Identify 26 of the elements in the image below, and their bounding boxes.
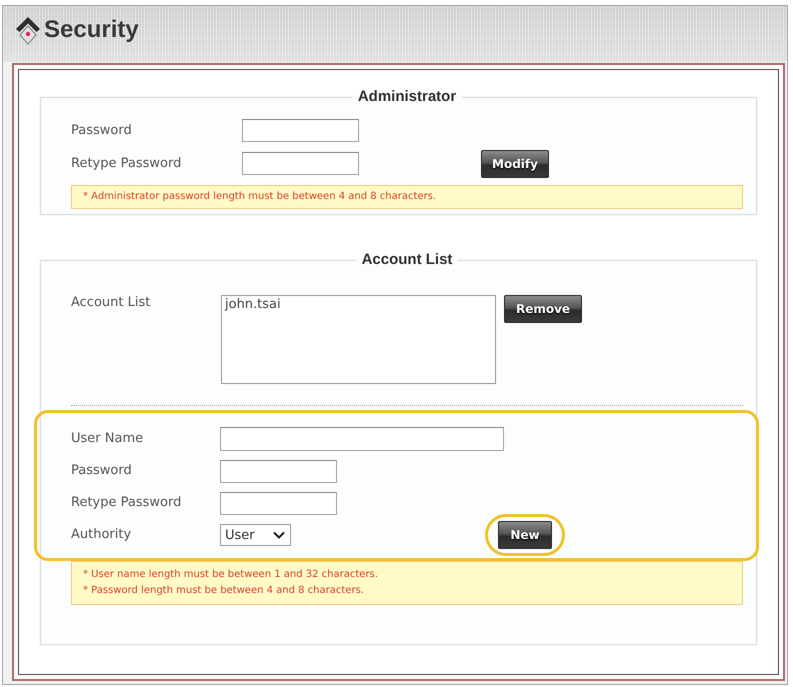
account-list-item[interactable]: john.tsai [224,297,493,313]
field-label: Authority [71,527,132,543]
warning-text: * Administrator password length must be between 4 and 8 characters. [83,190,438,204]
account-listbox[interactable]: john.tsai [221,295,496,384]
warning-text: * User name length must be between 1 and 32 characters. [83,568,379,582]
modify-button[interactable]: Modify [481,150,549,178]
remove-button[interactable]: Remove [504,295,582,323]
field-label: Retype Password [71,495,182,511]
section-legend: Administrator [352,88,462,106]
field-label: Retype Password [71,156,182,172]
password-input[interactable] [220,492,337,514]
window-title: Security [44,16,139,44]
password-input[interactable] [242,152,359,175]
password-input[interactable] [220,460,337,482]
authority-select[interactable]: User [220,524,291,546]
field-label: Password [71,122,133,138]
warning-text: * Password length must be between 4 and 8 characters. [83,584,365,598]
field-label: Account List [71,295,152,311]
password-input[interactable] [242,119,359,142]
new-button[interactable]: New [498,521,552,549]
section-legend: Account List [356,251,458,269]
logo-icon [16,17,40,45]
field-label: Password [71,463,133,479]
field-label: User Name [71,431,144,447]
text-input[interactable] [220,427,504,451]
chevron-down-icon [273,531,285,539]
